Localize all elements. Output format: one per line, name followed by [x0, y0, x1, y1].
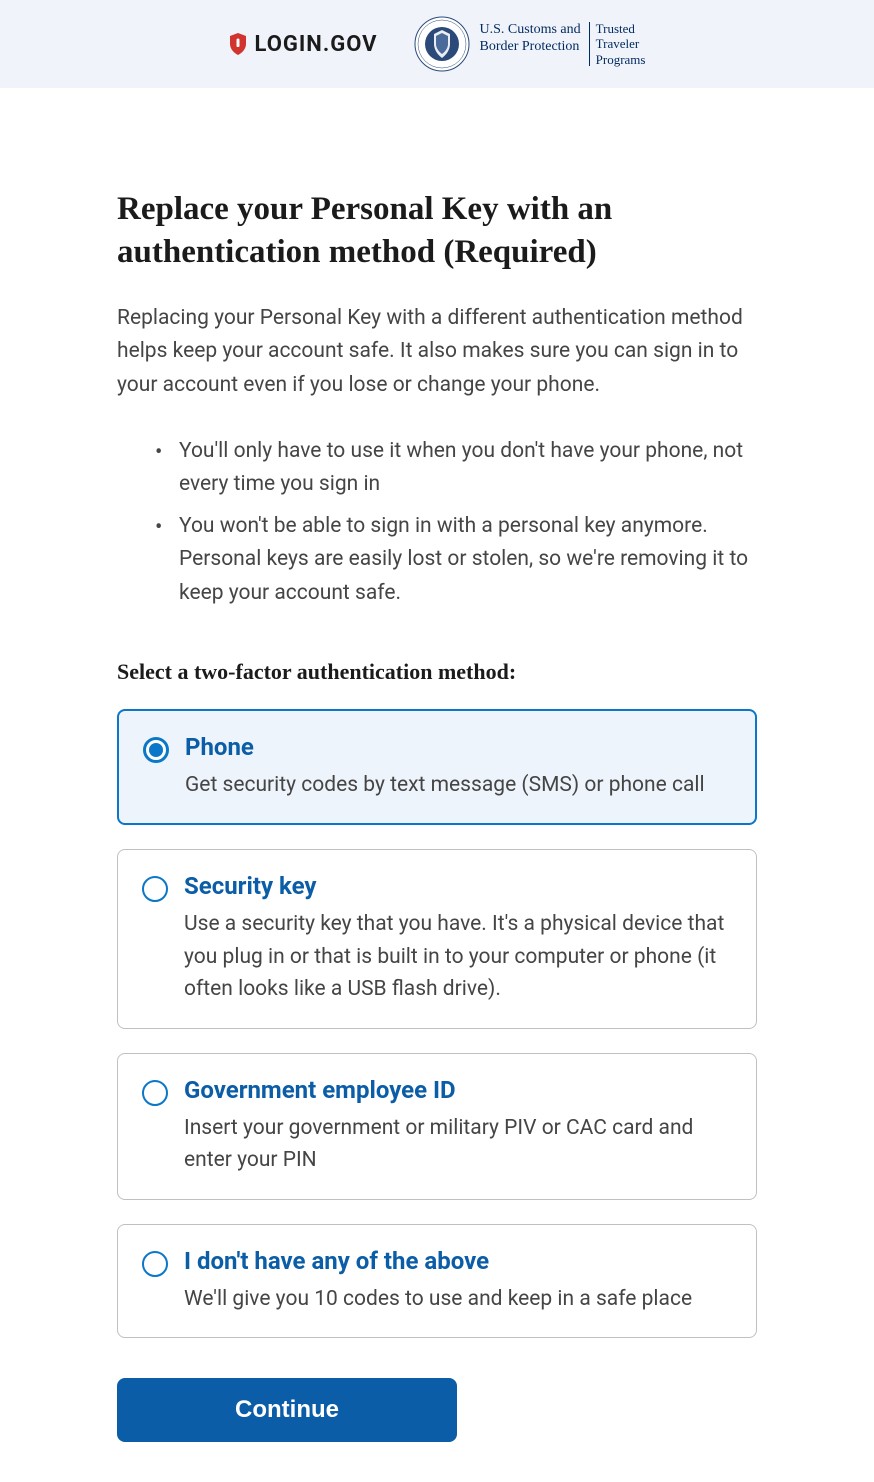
continue-button[interactable]: Continue — [117, 1378, 457, 1442]
login-gov-logo[interactable]: LOGIN.GOV — [229, 32, 378, 57]
option-phone[interactable]: Phone Get security codes by text message… — [117, 709, 757, 826]
cbp-line1: U.S. Customs and — [480, 21, 581, 39]
option-desc: Use a security key that you have. It's a… — [184, 908, 732, 1006]
option-title: I don't have any of the above — [184, 1247, 732, 1275]
option-gov-id[interactable]: Government employee ID Insert your gover… — [117, 1053, 757, 1200]
ttp-line2: Traveler — [596, 36, 646, 52]
option-title: Government employee ID — [184, 1076, 732, 1104]
option-desc: Insert your government or military PIV o… — [184, 1112, 732, 1177]
radio-none[interactable] — [142, 1251, 168, 1277]
cbp-seal-icon — [414, 16, 470, 72]
ttp-line1: Trusted — [596, 21, 646, 37]
main-content: Replace your Personal Key with an authen… — [97, 88, 777, 1482]
option-desc: We'll give you 10 codes to use and keep … — [184, 1283, 732, 1316]
login-gov-text: LOGIN.GOV — [255, 32, 378, 57]
cbp-text-block: U.S. Customs and Border Protection Trust… — [480, 21, 646, 68]
option-none[interactable]: I don't have any of the above We'll give… — [117, 1224, 757, 1339]
bullet-item: You won't be able to sign in with a pers… — [167, 510, 757, 611]
radio-phone[interactable] — [143, 737, 169, 763]
section-label: Select a two-factor authentication metho… — [117, 659, 757, 685]
cbp-ttp-logo[interactable]: U.S. Customs and Border Protection Trust… — [414, 16, 646, 72]
shield-icon — [229, 33, 247, 55]
ttp-line3: Programs — [596, 52, 646, 68]
option-desc: Get security codes by text message (SMS)… — [185, 769, 731, 802]
page-title: Replace your Personal Key with an authen… — [117, 188, 757, 274]
bullet-list: You'll only have to use it when you don'… — [117, 435, 757, 611]
option-title: Phone — [185, 733, 731, 761]
bullet-item: You'll only have to use it when you don'… — [167, 435, 757, 502]
radio-gov-id[interactable] — [142, 1080, 168, 1106]
option-security-key[interactable]: Security key Use a security key that you… — [117, 849, 757, 1029]
cbp-line2: Border Protection — [480, 38, 581, 56]
header: LOGIN.GOV U.S. Customs and Border Protec… — [0, 0, 874, 88]
radio-security-key[interactable] — [142, 876, 168, 902]
intro-text: Replacing your Personal Key with a diffe… — [117, 302, 757, 403]
option-title: Security key — [184, 872, 732, 900]
